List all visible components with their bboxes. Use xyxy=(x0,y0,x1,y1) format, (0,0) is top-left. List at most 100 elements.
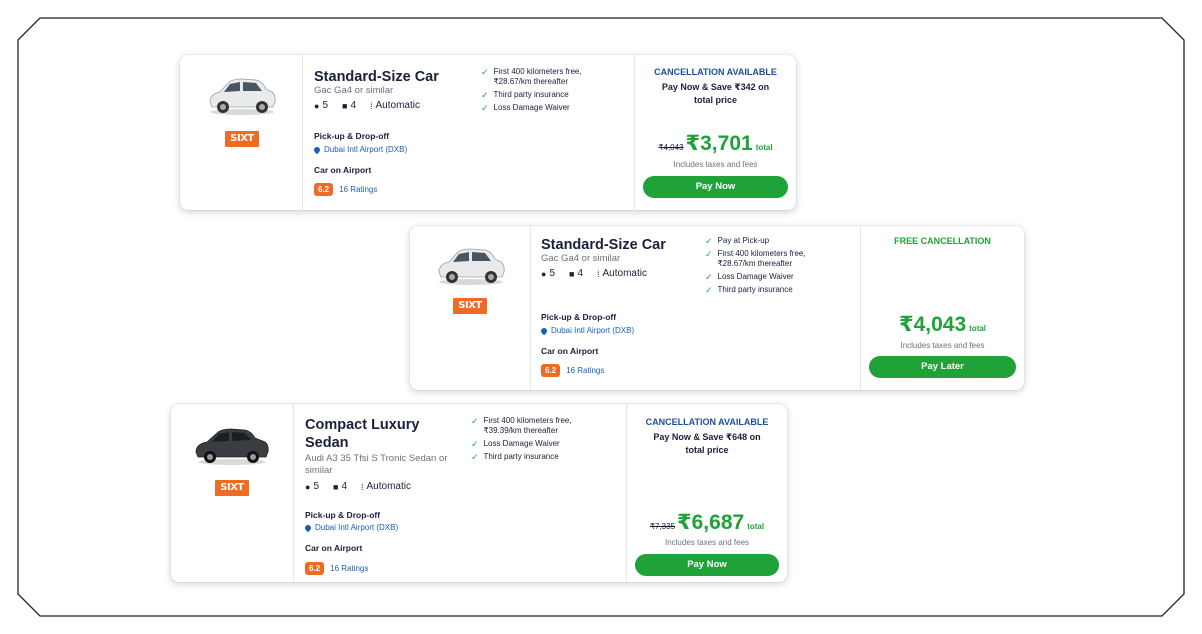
car-title: Standard-Size Car xyxy=(541,237,666,253)
cancellation-status: CANCELLATION AVAILABLE xyxy=(645,417,769,427)
person-icon: ● xyxy=(541,268,547,279)
pickup-location: Dubai Intl Airport (DXB) xyxy=(551,326,635,335)
pickup-location-link[interactable]: Dubai Intl Airport (DXB) xyxy=(539,326,635,335)
price-row: ₹7,335 ₹6,687 total xyxy=(627,510,787,535)
check-icon: ✓ xyxy=(705,249,713,259)
price-column: FREE CANCELLATION ₹4,043 total Includes … xyxy=(860,226,1024,390)
car-specs: ● 5 ■ 4 ⁞ Automatic xyxy=(541,268,647,279)
features-list: ✓ First 400 kilometers free, ₹28.67/km th… xyxy=(481,67,611,116)
gear-shift-icon: ⁞ xyxy=(361,481,364,492)
seats-count: 5 xyxy=(549,268,555,279)
luggage-icon: ■ xyxy=(333,481,339,492)
check-icon: ✓ xyxy=(481,90,489,100)
transmission: Automatic xyxy=(602,268,647,279)
car-subtitle: Gac Ga4 or similar xyxy=(314,85,394,96)
feature-item: ✓ Third party insurance xyxy=(471,452,559,462)
gear-shift-icon: ⁞ xyxy=(597,268,600,279)
price-column: CANCELLATION AVAILABLE Pay Now & Save ₹3… xyxy=(634,55,796,210)
pickup-location: Dubai Intl Airport (DXB) xyxy=(315,523,399,532)
current-price: ₹3,701 xyxy=(685,132,753,155)
rating-count-link[interactable]: 16 Ratings xyxy=(339,185,377,194)
rating-count-link[interactable]: 16 Ratings xyxy=(566,366,604,375)
car-location-label: Car on Airport xyxy=(305,543,363,553)
check-icon: ✓ xyxy=(705,236,713,246)
taxes-note: Includes taxes and fees xyxy=(664,538,750,547)
map-pin-icon xyxy=(539,326,549,335)
feature-item: ✓ Third party insurance xyxy=(705,285,793,295)
total-label: total xyxy=(747,522,765,531)
car-location-label: Car on Airport xyxy=(314,165,372,175)
luggage-icon: ■ xyxy=(569,268,575,279)
rating[interactable]: 6.2 16 Ratings xyxy=(314,183,377,196)
bags-count: 4 xyxy=(577,268,583,279)
map-pin-icon xyxy=(303,523,313,532)
car-specs: ● 5 ■ 4 ⁞ Automatic xyxy=(314,100,420,111)
check-icon: ✓ xyxy=(481,67,489,77)
check-icon: ✓ xyxy=(705,285,713,295)
pay-now-button[interactable]: Pay Now xyxy=(643,176,788,198)
transmission: Automatic xyxy=(375,100,420,111)
bags-count: 4 xyxy=(341,481,347,492)
gear-shift-icon: ⁞ xyxy=(370,100,373,111)
pickup-location-link[interactable]: Dubai Intl Airport (DXB) xyxy=(303,523,399,532)
pay-later-button[interactable]: Pay Later xyxy=(869,356,1016,378)
rating[interactable]: 6.2 16 Ratings xyxy=(541,364,604,377)
rating-score-badge: 6.2 xyxy=(305,562,325,575)
car-title: Compact Luxury Sedan xyxy=(305,417,420,451)
feature-item: ✓ First 400 kilometers free, ₹28.67/km th… xyxy=(705,249,806,268)
luggage-icon: ■ xyxy=(342,100,348,111)
car-image xyxy=(438,248,505,285)
rating-count-link[interactable]: 16 Ratings xyxy=(330,564,368,573)
car-info-column: Compact Luxury Sedan Audi A3 35 Tfsi S T… xyxy=(294,404,626,582)
cancellation-status: CANCELLATION AVAILABLE xyxy=(654,67,777,77)
transmission: Automatic xyxy=(366,481,411,492)
car-card-1[interactable]: SIXT Standard-Size Car Gac Ga4 or simila… xyxy=(180,55,796,210)
car-image-column: SIXT xyxy=(410,226,531,390)
car-image-column: SIXT xyxy=(171,404,294,582)
feature-item: ✓ Pay at Pick-up xyxy=(705,236,770,246)
feature-item: ✓ Loss Damage Waiver xyxy=(481,103,570,113)
feature-item: ✓ Loss Damage Waiver xyxy=(471,439,560,449)
pickup-label: Pick-up & Drop-off xyxy=(305,510,381,520)
sixt-logo: SIXT xyxy=(215,480,249,496)
car-subtitle: Gac Ga4 or similar xyxy=(541,253,621,264)
seats-count: 5 xyxy=(322,100,328,111)
feature-item: ✓ First 400 kilometers free, ₹39.39/km th… xyxy=(471,416,572,435)
taxes-note: Includes taxes and fees xyxy=(900,341,985,350)
features-list: ✓ Pay at Pick-up ✓ First 400 kilometers fr… xyxy=(705,236,835,298)
check-icon: ✓ xyxy=(481,103,489,113)
car-subtitle: Audi A3 35 Tfsi S Tronic Sedan or simila… xyxy=(305,453,448,476)
original-price: ₹4,043 xyxy=(658,143,684,152)
car-location-label: Car on Airport xyxy=(541,346,599,356)
total-label: total xyxy=(969,324,987,333)
rating-score-badge: 6.2 xyxy=(314,183,334,196)
pickup-label: Pick-up & Drop-off xyxy=(541,312,617,322)
pay-now-button[interactable]: Pay Now xyxy=(635,554,779,576)
map-pin-icon xyxy=(312,145,322,154)
car-image xyxy=(195,428,269,465)
features-list: ✓ First 400 kilometers free, ₹39.39/km th… xyxy=(471,416,601,465)
person-icon: ● xyxy=(314,100,320,111)
save-message: Pay Now & Save ₹648 on total price xyxy=(653,432,761,455)
pickup-location-link[interactable]: Dubai Intl Airport (DXB) xyxy=(312,145,407,154)
total-label: total xyxy=(755,143,773,152)
feature-item: ✓ Third party insurance xyxy=(481,90,569,100)
car-image-column: SIXT xyxy=(180,55,303,210)
check-icon: ✓ xyxy=(471,416,479,426)
car-title: Standard-Size Car xyxy=(314,69,439,85)
cancellation-status: FREE CANCELLATION xyxy=(894,236,991,246)
check-icon: ✓ xyxy=(471,452,479,462)
car-specs: ● 5 ■ 4 ⁞ Automatic xyxy=(305,481,411,492)
car-card-2[interactable]: SIXT Standard-Size Car Gac Ga4 or simila… xyxy=(410,226,1024,390)
sixt-logo: SIXT xyxy=(225,131,259,147)
check-icon: ✓ xyxy=(705,272,713,282)
rating[interactable]: 6.2 16 Ratings xyxy=(305,562,368,575)
price-row: ₹4,043 ₹3,701 total xyxy=(635,131,796,156)
car-card-3[interactable]: SIXT Compact Luxury Sedan Audi A3 35 Tfs… xyxy=(171,404,787,582)
price-column: CANCELLATION AVAILABLE Pay Now & Save ₹6… xyxy=(626,404,787,582)
original-price: ₹7,335 xyxy=(649,522,676,531)
rating-score-badge: 6.2 xyxy=(541,364,561,377)
car-image xyxy=(209,78,276,115)
car-info-column: Standard-Size Car Gac Ga4 or similar ● 5 … xyxy=(303,55,633,210)
feature-item: ✓ First 400 kilometers free, ₹28.67/km th… xyxy=(481,67,582,86)
